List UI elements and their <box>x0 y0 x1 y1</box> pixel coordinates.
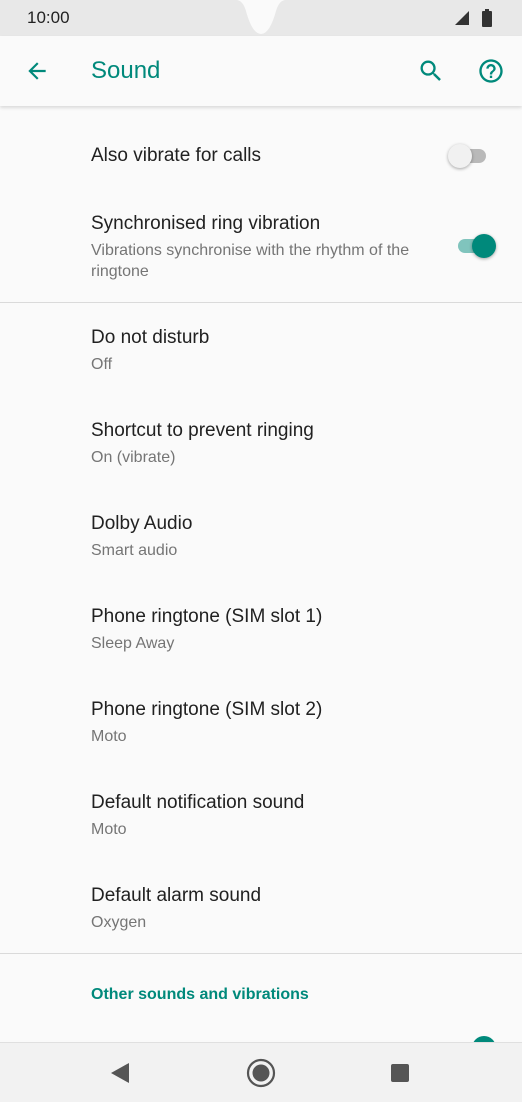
list-item-title: Phone ringtone (SIM slot 2) <box>91 699 323 720</box>
list-item-title: Do not disturb <box>91 327 210 348</box>
list-item-title: Shortcut to prevent ringing <box>91 420 314 441</box>
settings-list: Also vibrate for calls Synchronised ring… <box>0 106 522 1042</box>
list-item-summary: Off <box>91 356 113 373</box>
sync-ring-vibration-title: Synchronised ring vibration <box>91 213 321 234</box>
list-item-summary: Oxygen <box>91 914 147 931</box>
status-bar: 10:00 <box>0 0 522 36</box>
list-item-summary: On (vibrate) <box>91 449 176 466</box>
help-button[interactable] <box>472 52 510 90</box>
list-item-title: Default notification sound <box>91 792 305 813</box>
sync-ring-vibration-switch[interactable] <box>454 233 496 259</box>
ringtone-sim2-row[interactable]: Phone ringtone (SIM slot 2) Moto <box>0 675 522 768</box>
list-item-summary: Smart audio <box>91 542 178 559</box>
app-bar: Sound <box>0 36 522 106</box>
nav-home-button[interactable] <box>243 1055 279 1091</box>
vibrate-for-calls-switch[interactable] <box>448 143 490 169</box>
list-item-summary: Moto <box>91 728 127 745</box>
sync-ring-vibration-summary: Vibrations synchronise with the rhythm o… <box>91 242 410 280</box>
signal-icon <box>455 11 469 25</box>
recents-square-icon <box>391 1064 409 1082</box>
back-arrow-icon <box>28 62 46 80</box>
ringtone-sim1-row[interactable]: Phone ringtone (SIM slot 1) Sleep Away <box>0 582 522 675</box>
vibrate-for-calls-title: Also vibrate for calls <box>91 145 262 166</box>
dolby-audio-row[interactable]: Dolby Audio Smart audio <box>0 489 522 582</box>
section-header-other-sounds: Other sounds and vibrations <box>91 986 309 1003</box>
battery-icon <box>482 9 492 27</box>
page-title: Sound <box>91 57 161 84</box>
prevent-ringing-shortcut-row[interactable]: Shortcut to prevent ringing On (vibrate) <box>0 396 522 489</box>
list-item-title: Default alarm sound <box>91 885 262 906</box>
list-item-title: Phone ringtone (SIM slot 1) <box>91 606 323 627</box>
search-icon <box>420 60 441 81</box>
do-not-disturb-row[interactable]: Do not disturb Off <box>0 303 522 396</box>
status-icons <box>454 9 492 27</box>
notification-sound-row[interactable]: Default notification sound Moto <box>0 768 522 861</box>
navigation-bar <box>0 1042 522 1102</box>
search-button[interactable] <box>412 52 450 90</box>
switch-thumb <box>472 234 496 258</box>
list-item-title: Dolby Audio <box>91 513 193 534</box>
camera-notch <box>236 0 286 34</box>
switch-thumb <box>448 144 472 168</box>
list-item-summary: Moto <box>91 821 127 838</box>
status-time: 10:00 <box>27 8 70 27</box>
nav-back-button[interactable] <box>102 1055 138 1091</box>
back-button[interactable] <box>18 52 56 90</box>
home-circle-icon <box>246 1058 276 1088</box>
alarm-sound-row[interactable]: Default alarm sound Oxygen <box>0 861 522 953</box>
back-triangle-icon <box>111 1063 129 1083</box>
nav-recents-button[interactable] <box>382 1055 418 1091</box>
list-item-summary: Sleep Away <box>91 635 175 652</box>
divider <box>0 953 522 954</box>
vibrate-for-calls-row[interactable]: Also vibrate for calls <box>0 106 522 206</box>
sync-ring-vibration-row[interactable]: Synchronised ring vibration Vibrations s… <box>0 206 522 302</box>
help-icon <box>479 59 503 83</box>
sound-settings-screen: 10:00 Sound Also vibrate for calls Synch… <box>0 0 522 1102</box>
